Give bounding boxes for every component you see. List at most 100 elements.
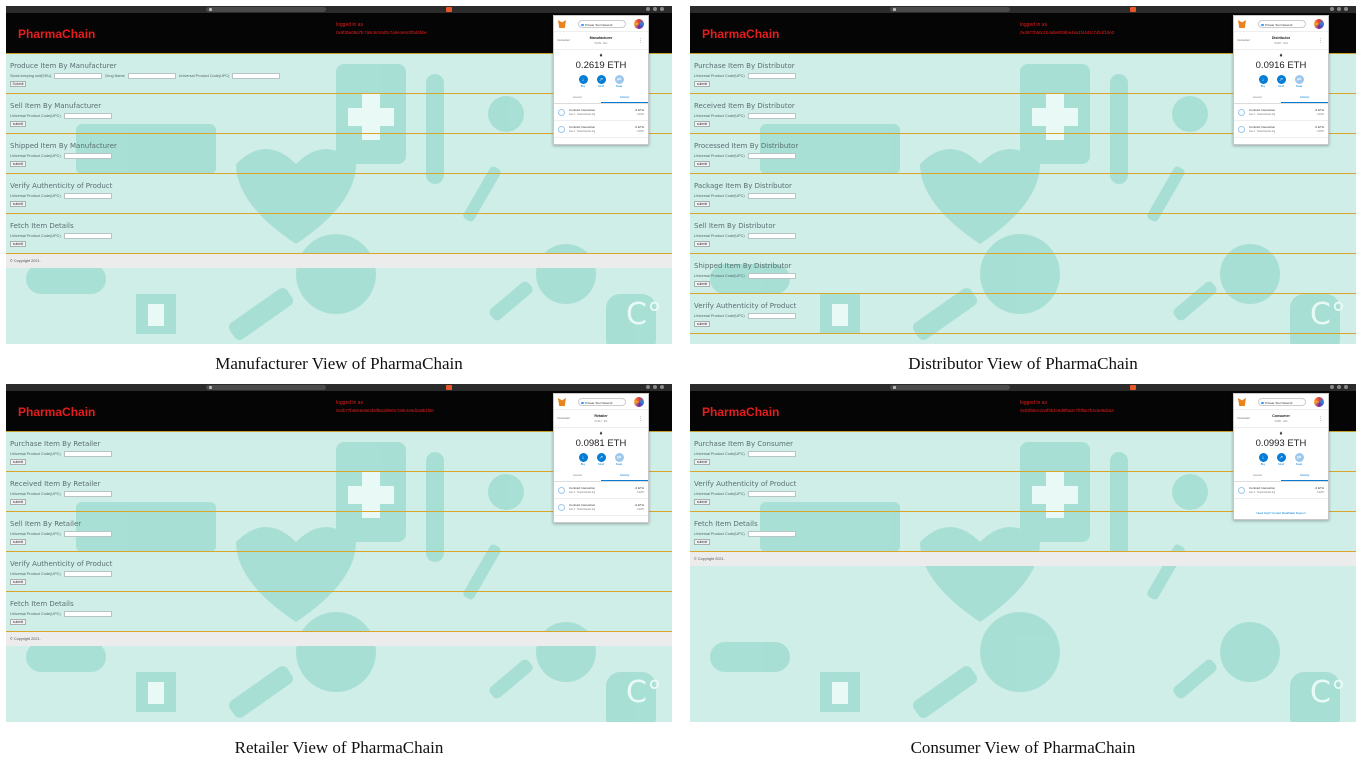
network-selector[interactable]: Private Test Network (1258, 20, 1306, 28)
upc-input[interactable] (747, 233, 796, 239)
buy-button[interactable]: ↓ Buy (1258, 75, 1268, 88)
browser-menu[interactable] (646, 7, 668, 12)
submit-button[interactable]: submit (10, 241, 26, 247)
metamask-extension-icon[interactable] (445, 7, 452, 12)
upc-input[interactable] (127, 73, 176, 79)
account-address[interactable]: 0x83f...2a4 (1234, 420, 1328, 423)
transaction-row[interactable]: Contract Interaction Jan 3 · Tests/Inter… (554, 482, 648, 499)
submit-button[interactable]: submit (694, 81, 710, 87)
upc-input[interactable] (747, 153, 796, 159)
upc-input[interactable] (63, 611, 112, 617)
network-selector[interactable]: Private Test Network (578, 20, 626, 28)
submit-button[interactable]: submit (694, 161, 710, 167)
account-address[interactable]: 0x4b7...f6e (554, 420, 648, 423)
account-name[interactable]: Retailer (554, 414, 648, 418)
tab-assets[interactable]: Assets (554, 92, 601, 103)
account-avatar[interactable] (634, 397, 644, 407)
submit-button[interactable]: submit (10, 539, 26, 545)
transaction-row[interactable]: Contract Interaction Jan 3 · Tests/Inter… (554, 104, 648, 121)
metamask-extension-icon[interactable] (1129, 385, 1136, 390)
account-avatar[interactable] (634, 19, 644, 29)
upc-input[interactable] (63, 153, 112, 159)
upc-input[interactable] (747, 313, 796, 319)
transaction-row[interactable]: Contract Interaction Jan 3 · Tests/Inter… (554, 499, 648, 516)
transaction-row[interactable]: Contract Interaction Jan 3 · Tests/Inter… (1234, 482, 1328, 499)
tab-activity[interactable]: Activity (601, 470, 648, 481)
tab-activity[interactable]: Activity (601, 92, 648, 103)
upc-input[interactable] (63, 233, 112, 239)
upc-input[interactable] (747, 491, 796, 497)
upc-input[interactable] (747, 113, 796, 119)
submit-button[interactable]: submit (10, 121, 26, 127)
swap-button[interactable]: ⇄ Swap (1294, 453, 1304, 466)
send-button[interactable]: ↗ Send (596, 453, 606, 466)
tab-assets[interactable]: Assets (1234, 92, 1281, 103)
send-button[interactable]: ↗ Send (596, 75, 606, 88)
upc-input[interactable] (747, 451, 796, 457)
upc-input[interactable] (747, 273, 796, 279)
transaction-row[interactable]: Contract Interaction Jan 3 · Tests/Inter… (1234, 104, 1328, 121)
account-options-icon[interactable]: ⋮ (1318, 416, 1323, 422)
account-options-icon[interactable]: ⋮ (638, 38, 643, 44)
upc-input[interactable] (63, 113, 112, 119)
send-button[interactable]: ↗ Send (1276, 453, 1286, 466)
account-address[interactable]: 0x9f3...bbe (554, 42, 648, 45)
upc-input[interactable] (63, 531, 112, 537)
buy-button[interactable]: ↓ Buy (1258, 453, 1268, 466)
submit-button[interactable]: submit (694, 121, 710, 127)
account-options-icon[interactable]: ⋮ (638, 416, 643, 422)
submit-button[interactable]: submit (694, 201, 710, 207)
account-name[interactable]: Manufacturer (554, 36, 648, 40)
brand-logo[interactable]: PharmaChain (18, 27, 95, 41)
brand-logo[interactable]: PharmaChain (702, 405, 779, 419)
swap-button[interactable]: ⇄ Swap (614, 75, 624, 88)
upc-input[interactable] (747, 73, 796, 79)
tab-assets[interactable]: Assets (554, 470, 601, 481)
upc-input[interactable] (63, 571, 112, 577)
brand-logo[interactable]: PharmaChain (18, 405, 95, 419)
network-selector[interactable]: Private Test Network (1258, 398, 1306, 406)
upc-input[interactable] (747, 193, 796, 199)
submit-button[interactable]: submit (694, 241, 710, 247)
submit-button[interactable]: submit (10, 579, 26, 585)
tab-activity[interactable]: Activity (1281, 470, 1328, 481)
metamask-extension-icon[interactable] (445, 385, 452, 390)
account-name[interactable]: Distributor (1234, 36, 1328, 40)
brand-logo[interactable]: PharmaChain (702, 27, 779, 41)
submit-button[interactable]: submit (694, 459, 710, 465)
browser-menu[interactable] (1330, 385, 1352, 390)
submit-button[interactable]: submit (694, 539, 710, 545)
submit-button[interactable]: submit (10, 201, 26, 207)
tab-activity[interactable]: Activity (1281, 92, 1328, 103)
send-button[interactable]: ↗ Send (1276, 75, 1286, 88)
account-address[interactable]: 0x487...0e3 (1234, 42, 1328, 45)
address-bar[interactable] (205, 385, 326, 390)
tab-assets[interactable]: Assets (1234, 470, 1281, 481)
network-selector[interactable]: Private Test Network (578, 398, 626, 406)
metamask-extension-icon[interactable] (1129, 7, 1136, 12)
support-link[interactable]: MetaMask Support (1282, 511, 1305, 515)
transaction-row[interactable]: Contract Interaction Jan 3 · Tests/Inter… (1234, 121, 1328, 138)
submit-button[interactable]: submit (10, 619, 26, 625)
swap-button[interactable]: ⇄ Swap (614, 453, 624, 466)
submit-button[interactable]: submit (10, 459, 26, 465)
upc-input[interactable] (63, 451, 112, 457)
submit-button[interactable]: submit (10, 161, 26, 167)
upc-input[interactable] (54, 73, 103, 79)
submit-button[interactable]: submit (694, 281, 710, 287)
upc-input[interactable] (232, 73, 281, 79)
upc-input[interactable] (63, 491, 112, 497)
browser-menu[interactable] (1330, 7, 1352, 12)
browser-menu[interactable] (646, 385, 668, 390)
account-avatar[interactable] (1314, 397, 1324, 407)
upc-input[interactable] (747, 531, 796, 537)
account-name[interactable]: Consumer (1234, 414, 1328, 418)
account-options-icon[interactable]: ⋮ (1318, 38, 1323, 44)
transaction-row[interactable]: Contract Interaction Jan 3 · Tests/Inter… (554, 121, 648, 138)
submit-button[interactable]: submit (694, 499, 710, 505)
address-bar[interactable] (889, 7, 1010, 12)
swap-button[interactable]: ⇄ Swap (1294, 75, 1304, 88)
submit-button[interactable]: Submit (10, 81, 26, 87)
upc-input[interactable] (63, 193, 112, 199)
address-bar[interactable] (205, 7, 326, 12)
